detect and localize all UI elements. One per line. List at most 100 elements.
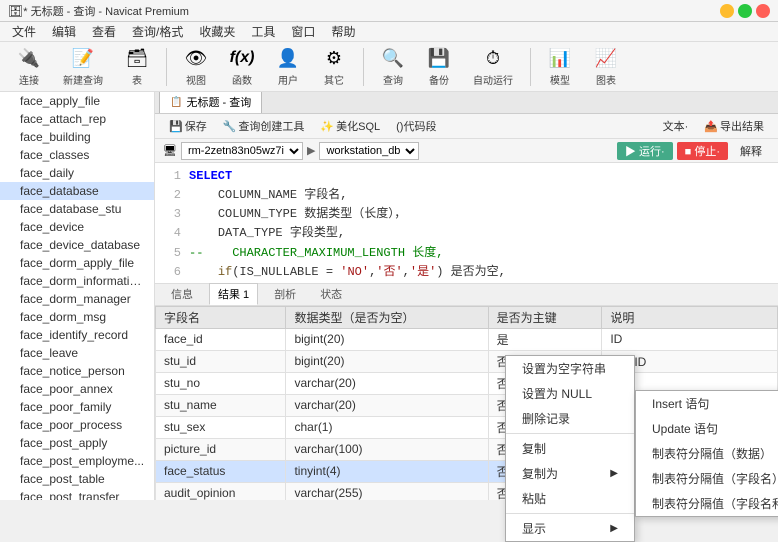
sidebar-item-face-dorm-apply-file[interactable]: face_dorm_apply_file — [0, 254, 154, 272]
user-label: 用户 — [278, 72, 298, 87]
sidebar-item-face-classes[interactable]: face_classes — [0, 146, 154, 164]
toolbar-separator-2 — [363, 48, 364, 86]
cell-type: varchar(100) — [286, 438, 488, 460]
cell-type: char(1) — [286, 416, 488, 438]
function-icon: f(x) — [230, 46, 254, 70]
connect-label: 连接 — [19, 72, 39, 87]
menu-favorites[interactable]: 收藏夹 — [191, 21, 243, 42]
sidebar-item-face-building[interactable]: face_building — [0, 128, 154, 146]
connect-button[interactable]: 🔌 连接 — [8, 41, 50, 92]
cell-type: bigint(20) — [286, 350, 488, 372]
sidebar-item-face-attach-rep[interactable]: face_attach_rep — [0, 110, 154, 128]
sub-ctx-tab-both[interactable]: 制表符分隔值（字段名和数据） — [636, 491, 778, 516]
ctx-delete-record[interactable]: 删除记录 — [506, 406, 634, 431]
close-button[interactable] — [756, 4, 770, 18]
ctx-show[interactable]: 显示 ▶ — [506, 516, 634, 541]
sidebar-item-face-apply-file[interactable]: face_apply_file — [0, 92, 154, 110]
menu-view[interactable]: 查看 — [84, 21, 124, 42]
user-button[interactable]: 👤 用户 — [267, 41, 309, 92]
menu-file[interactable]: 文件 — [4, 21, 44, 42]
sidebar-item-face-dorm-manager[interactable]: face_dorm_manager — [0, 290, 154, 308]
table-button[interactable]: 🗃 表 — [116, 41, 158, 92]
ctx-sep-1 — [506, 433, 634, 434]
ctx-set-null[interactable]: 设置为 NULL — [506, 381, 634, 406]
sidebar-item-face-post-employment[interactable]: face_post_employme... — [0, 452, 154, 470]
menu-window[interactable]: 窗口 — [283, 21, 323, 42]
menu-edit[interactable]: 编辑 — [44, 21, 84, 42]
code-snippet-button[interactable]: ()代码段 — [390, 116, 442, 136]
sub-ctx-insert[interactable]: Insert 语句 — [636, 391, 778, 416]
sidebar-item-face-identify-record[interactable]: face_identify_record — [0, 326, 154, 344]
query-builder-button[interactable]: 🔧 查询创建工具 — [217, 116, 311, 136]
table-row[interactable]: face_id bigint(20) 是 ID — [156, 328, 778, 350]
beautify-button[interactable]: ✨ 美化SQL — [314, 116, 386, 136]
autorun-button[interactable]: ⏱ 自动运行 — [464, 41, 522, 92]
table-row[interactable]: stu_id bigint(20) 否 学生ID — [156, 350, 778, 372]
server-select[interactable]: rm-2zetn83n05wz7i — [181, 142, 303, 160]
menu-query[interactable]: 查询/格式 — [124, 21, 191, 42]
sidebar-item-face-poor-family[interactable]: face_poor_family — [0, 398, 154, 416]
other-icon: ⚙ — [322, 46, 346, 70]
cell-field: stu_sex — [156, 416, 286, 438]
stop-button[interactable]: ■ 停止· — [677, 142, 728, 160]
function-button[interactable]: f(x) 函数 — [221, 41, 263, 92]
model-button[interactable]: 📊 模型 — [539, 41, 581, 92]
database-select[interactable]: workstation_db — [319, 142, 419, 160]
save-label: 保存 — [185, 118, 207, 134]
sidebar-item-face-database[interactable]: face_database — [0, 182, 154, 200]
menu-tools[interactable]: 工具 — [243, 21, 283, 42]
results-tab-result[interactable]: 结果 1 — [209, 283, 258, 305]
query-button[interactable]: 🔍 查询 — [372, 41, 414, 92]
ctx-set-empty-string[interactable]: 设置为空字符串 — [506, 356, 634, 381]
sidebar-item-face-daily[interactable]: face_daily — [0, 164, 154, 182]
text-button[interactable]: 文本· — [657, 116, 695, 136]
sidebar-item-face-dorm-msg[interactable]: face_dorm_msg — [0, 308, 154, 326]
sidebar-item-face-post-transfer[interactable]: face_post_transfer — [0, 488, 154, 500]
sidebar-item-face-post-table[interactable]: face_post_table — [0, 470, 154, 488]
backup-button[interactable]: 💾 备份 — [418, 41, 460, 92]
ctx-copy[interactable]: 复制 — [506, 436, 634, 461]
maximize-button[interactable] — [738, 4, 752, 18]
other-button[interactable]: ⚙ 其它 — [313, 41, 355, 92]
results-tab-status[interactable]: 状态 — [312, 284, 350, 304]
save-button[interactable]: 💾 保存 — [163, 116, 213, 136]
sidebar-item-face-notice-person[interactable]: face_notice_person — [0, 362, 154, 380]
col-header-primary: 是否为主键 — [488, 306, 602, 328]
results-tab-info[interactable]: 信息 — [163, 284, 201, 304]
sidebar-item-face-dorm-information[interactable]: face_dorm_informatio... — [0, 272, 154, 290]
minimize-button[interactable] — [720, 4, 734, 18]
title-bar: 🗄 * 无标题 - 查询 - Navicat Premium — [0, 0, 778, 22]
sidebar-item-face-post-apply[interactable]: face_post_apply — [0, 434, 154, 452]
export-button[interactable]: 📤 导出结果 — [698, 116, 770, 136]
results-tab-profiling[interactable]: 剖析 — [266, 284, 304, 304]
model-icon: 📊 — [548, 46, 572, 70]
new-query-button[interactable]: 📝 新建查询 — [54, 41, 112, 92]
show-arrow: ▶ — [610, 523, 618, 534]
chart-button[interactable]: 📈 图表 — [585, 41, 627, 92]
menu-help[interactable]: 帮助 — [323, 21, 363, 42]
sidebar: face_apply_file face_attach_rep face_bui… — [0, 92, 155, 500]
sidebar-item-face-device[interactable]: face_device — [0, 218, 154, 236]
run-button[interactable]: ▶ 运行· — [617, 142, 673, 160]
sql-editor[interactable]: 1 SELECT 2 COLUMN_NAME 字段名, 3 COLUMN_TYP… — [155, 163, 778, 283]
view-icon: 👁 — [184, 46, 208, 70]
sidebar-item-face-leave[interactable]: face_leave — [0, 344, 154, 362]
app-icon: 🗄 — [8, 4, 23, 18]
query-tab[interactable]: 📋 无标题 - 查询 — [159, 92, 262, 113]
sidebar-item-face-poor-process[interactable]: face_poor_process — [0, 416, 154, 434]
sidebar-item-face-device-database[interactable]: face_device_database — [0, 236, 154, 254]
new-query-icon: 📝 — [71, 46, 95, 70]
query-builder-icon: 🔧 — [223, 120, 237, 133]
autorun-icon: ⏱ — [481, 46, 505, 70]
menu-bar: 文件 编辑 查看 查询/格式 收藏夹 工具 窗口 帮助 — [0, 22, 778, 42]
sub-ctx-update[interactable]: Update 语句 — [636, 416, 778, 441]
sidebar-item-face-poor-annex[interactable]: face_poor_annex — [0, 380, 154, 398]
sub-ctx-tab-data[interactable]: 制表符分隔值（数据） — [636, 441, 778, 466]
explain-button[interactable]: 解释 — [732, 142, 770, 160]
sub-ctx-tab-fields[interactable]: 制表符分隔值（字段名） — [636, 466, 778, 491]
view-button[interactable]: 👁 视图 — [175, 41, 217, 92]
ctx-copy-as[interactable]: 复制为 ▶ — [506, 461, 634, 486]
ctx-paste[interactable]: 粘贴 — [506, 486, 634, 511]
backup-icon: 💾 — [427, 46, 451, 70]
sidebar-item-face-database-stu[interactable]: face_database_stu — [0, 200, 154, 218]
